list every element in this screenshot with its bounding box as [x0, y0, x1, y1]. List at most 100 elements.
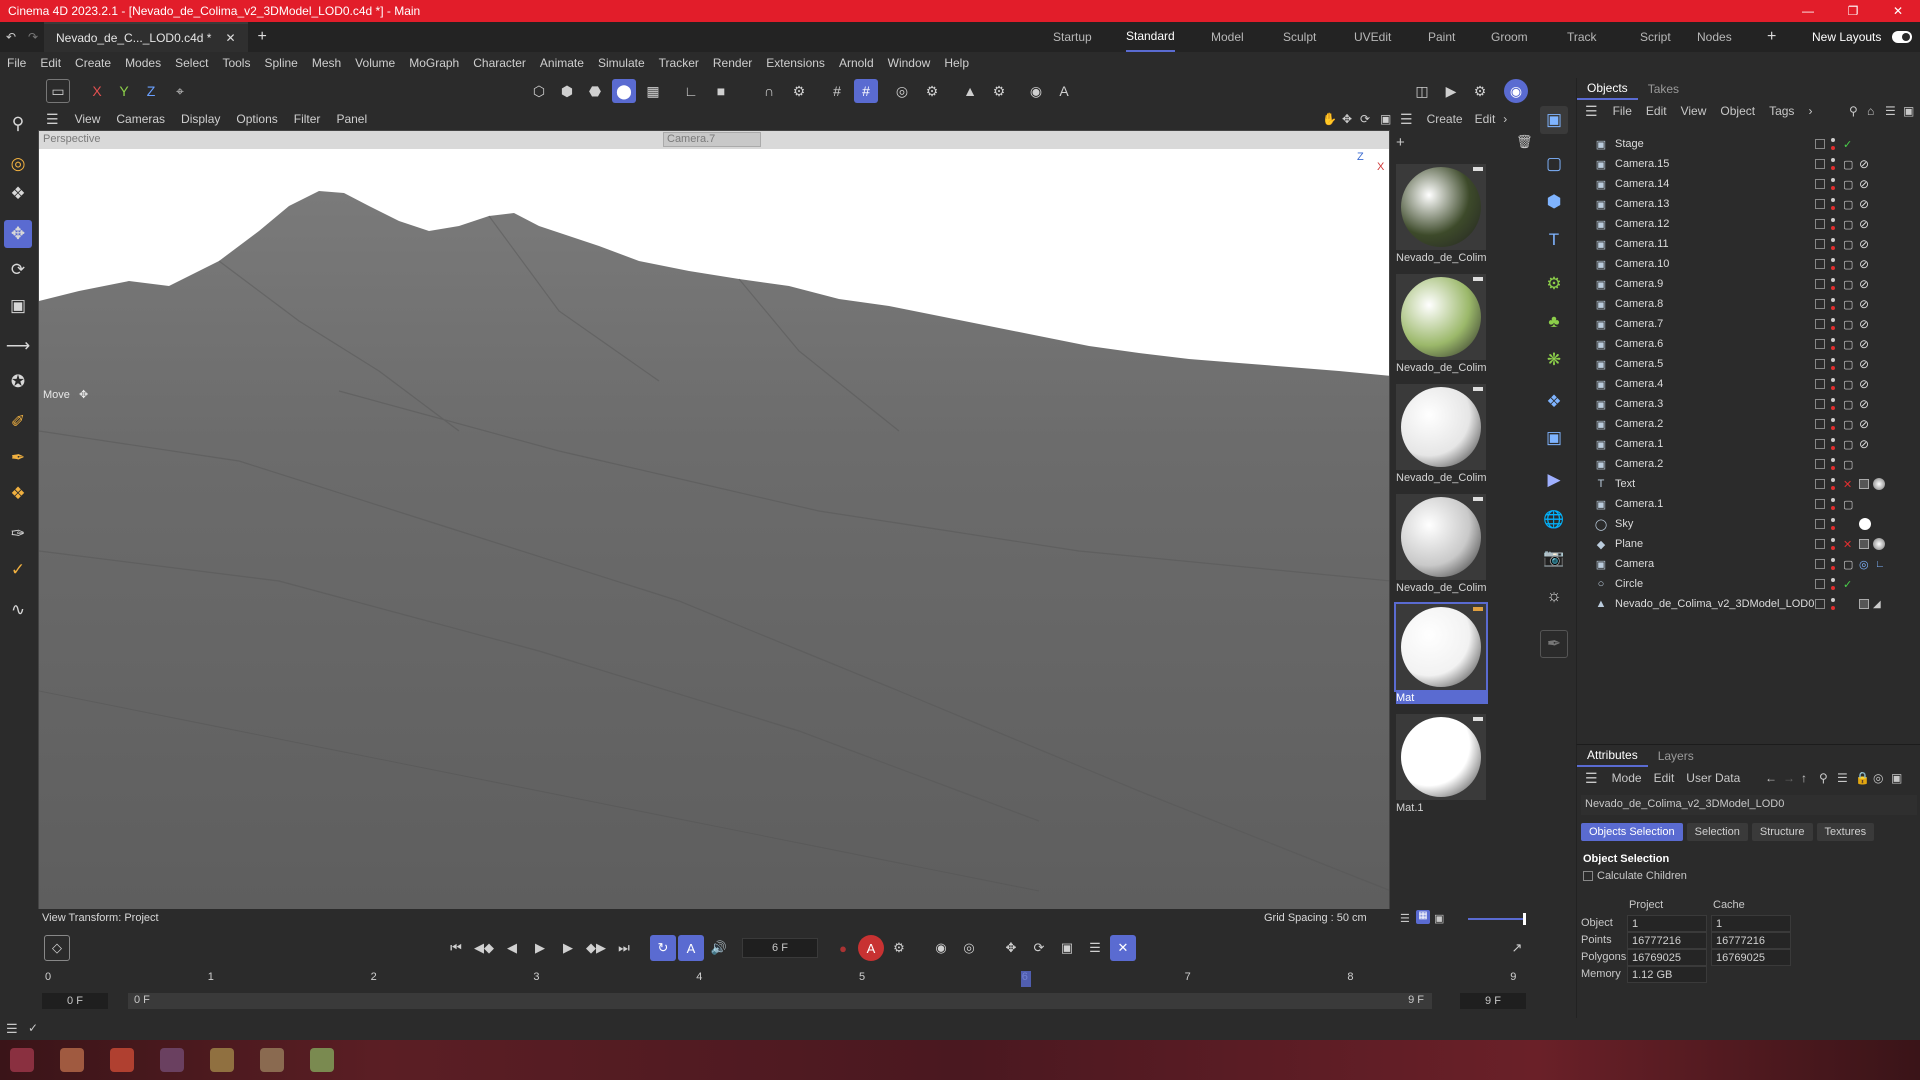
taskbar-app-icon[interactable] [310, 1048, 334, 1072]
restore-icon[interactable]: ❐ [1833, 0, 1873, 22]
object-menu-edit[interactable]: Edit [1639, 104, 1674, 118]
object-status-icon[interactable]: ✕ [1843, 538, 1852, 551]
visibility-dots-icon[interactable] [1831, 498, 1835, 510]
record-icon[interactable]: ● [830, 935, 856, 961]
keyframe-icon[interactable]: ◇ [44, 935, 70, 961]
viewport-menu-panel[interactable]: Panel [328, 112, 375, 126]
snap-icon[interactable]: ∩ [757, 79, 781, 103]
object-row-camera-5[interactable]: ▣ Camera.5 ▢ ⊘ [1577, 354, 1920, 374]
start-frame-field[interactable]: 0 F [42, 993, 108, 1009]
layout-tab-model[interactable]: Model [1211, 22, 1244, 52]
scene-object-icon[interactable]: ▣ [1540, 424, 1568, 452]
menu-select[interactable]: Select [168, 56, 215, 70]
visibility-dots-icon[interactable] [1831, 458, 1835, 470]
layer-toggle-icon[interactable] [1815, 239, 1825, 249]
protection-tag-icon[interactable]: ⊘ [1859, 357, 1869, 371]
visibility-dots-icon[interactable] [1831, 138, 1835, 150]
menu-character[interactable]: Character [466, 56, 533, 70]
edges-mode-icon[interactable]: ⬢ [555, 79, 579, 103]
visibility-dots-icon[interactable] [1831, 478, 1835, 490]
go-to-end-icon[interactable]: ⏭ [611, 935, 637, 961]
object-status-icon[interactable]: ✕ [1843, 478, 1852, 491]
menu-mograph[interactable]: MoGraph [402, 56, 466, 70]
new-layouts-toggle[interactable] [1892, 31, 1912, 43]
visibility-dots-icon[interactable] [1831, 358, 1835, 370]
search-icon[interactable]: ⚲ [4, 110, 32, 138]
layer-toggle-icon[interactable] [1815, 299, 1825, 309]
tab-objects[interactable]: Objects [1577, 78, 1638, 100]
layout-tab-groom[interactable]: Groom [1491, 22, 1528, 52]
layout-tab-sculpt[interactable]: Sculpt [1283, 22, 1316, 52]
menu-animate[interactable]: Animate [533, 56, 591, 70]
transform-tools-icon[interactable]: ❖ [4, 180, 32, 208]
layout-tab-track[interactable]: Track [1567, 22, 1597, 52]
object-status-icon[interactable]: ▢ [1843, 258, 1853, 271]
object-row-camera-1[interactable]: ▣ Camera.1 ▢ [1577, 494, 1920, 514]
taskbar-app-icon[interactable] [10, 1048, 34, 1072]
layer-toggle-icon[interactable] [1815, 219, 1825, 229]
object-row-camera-14[interactable]: ▣ Camera.14 ▢ ⊘ [1577, 174, 1920, 194]
layout-tab-script[interactable]: Script [1640, 22, 1671, 52]
status-check-icon[interactable]: ✓ [28, 1021, 38, 1035]
up-arrow-icon[interactable]: ↑ [1801, 771, 1807, 785]
layer-toggle-icon[interactable] [1815, 419, 1825, 429]
object-row-camera-10[interactable]: ▣ Camera.10 ▢ ⊘ [1577, 254, 1920, 274]
layer-toggle-icon[interactable] [1815, 539, 1825, 549]
active-camera-selector[interactable]: Camera.7 [663, 132, 761, 147]
visibility-dots-icon[interactable] [1831, 518, 1835, 530]
texture-tag-icon[interactable] [1859, 539, 1869, 549]
material-swatch[interactable] [1396, 384, 1486, 470]
object-search-icon[interactable]: ⚲ [1849, 104, 1858, 118]
object-status-icon[interactable]: ▢ [1843, 498, 1853, 511]
object-row-camera-3[interactable]: ▣ Camera.3 ▢ ⊘ [1577, 394, 1920, 414]
object-row-camera-4[interactable]: ▣ Camera.4 ▢ ⊘ [1577, 374, 1920, 394]
new-window-icon[interactable]: ▣ [1891, 771, 1902, 785]
visibility-dots-icon[interactable] [1831, 218, 1835, 230]
object-row-stage[interactable]: ▣ Stage ✓ [1577, 134, 1920, 154]
object-row-camera-8[interactable]: ▣ Camera.8 ▢ ⊘ [1577, 294, 1920, 314]
viewport-menu-filter[interactable]: Filter [286, 112, 329, 126]
material-swatch[interactable] [1396, 714, 1486, 800]
material-swatch[interactable] [1396, 274, 1486, 360]
forward-arrow-icon[interactable]: → [1783, 771, 1795, 785]
render-settings-icon[interactable]: ⚙ [1468, 79, 1492, 103]
protection-tag-icon[interactable]: ⊘ [1859, 417, 1869, 431]
object-status-icon[interactable]: ▢ [1843, 158, 1853, 171]
menu-tools[interactable]: Tools [215, 56, 257, 70]
object-row-sky[interactable]: ◯ Sky [1577, 514, 1920, 534]
menu-extensions[interactable]: Extensions [759, 56, 832, 70]
layer-toggle-icon[interactable] [1815, 459, 1825, 469]
next-key-icon[interactable]: ◆▶ [583, 935, 609, 961]
object-row-text[interactable]: T Text ✕ [1577, 474, 1920, 494]
subtab-textures[interactable]: Textures [1816, 823, 1875, 841]
layer-toggle-icon[interactable] [1815, 439, 1825, 449]
layer-toggle-icon[interactable] [1815, 339, 1825, 349]
key-scheme-icon[interactable]: ◎ [956, 935, 982, 961]
protection-tag-icon[interactable]: ⊘ [1859, 157, 1869, 171]
material-tag-icon[interactable] [1873, 538, 1885, 550]
arnold-icon[interactable]: A [1052, 79, 1076, 103]
object-row-camera-7[interactable]: ▣ Camera.7 ▢ ⊘ [1577, 314, 1920, 334]
protection-tag-icon[interactable]: ⊘ [1859, 317, 1869, 331]
preview-range-bar[interactable]: 0 F 9 F [128, 993, 1432, 1009]
text-object-icon[interactable]: T [1540, 226, 1568, 254]
protection-tag-icon[interactable]: ⊘ [1859, 397, 1869, 411]
current-frame-field[interactable]: 6 F [742, 938, 818, 958]
add-material-icon[interactable]: + [1396, 134, 1405, 151]
material-menu-more-icon[interactable]: › [1501, 112, 1509, 126]
layer-toggle-icon[interactable] [1815, 559, 1825, 569]
object-menu-tags[interactable]: Tags [1762, 104, 1801, 118]
layout-tab-nodes[interactable]: Nodes [1697, 22, 1732, 52]
layout-tab-paint[interactable]: Paint [1428, 22, 1455, 52]
layer-toggle-icon[interactable] [1815, 499, 1825, 509]
object-expand-icon[interactable]: ▣ [1903, 104, 1914, 118]
viewport-menu-options[interactable]: Options [228, 112, 285, 126]
object-row-camera-12[interactable]: ▣ Camera.12 ▢ ⊘ [1577, 214, 1920, 234]
autokey-icon[interactable]: A [858, 935, 884, 961]
object-row-camera[interactable]: ▣ Camera ▢ ◎ ∟ [1577, 554, 1920, 574]
undo-icon[interactable]: ↶ [0, 30, 22, 44]
texture-tag-icon[interactable] [1859, 479, 1869, 489]
scale-tool-icon[interactable]: ▣ [4, 292, 32, 320]
object-row-circle[interactable]: ○ Circle ✓ [1577, 574, 1920, 594]
layer-toggle-icon[interactable] [1815, 479, 1825, 489]
